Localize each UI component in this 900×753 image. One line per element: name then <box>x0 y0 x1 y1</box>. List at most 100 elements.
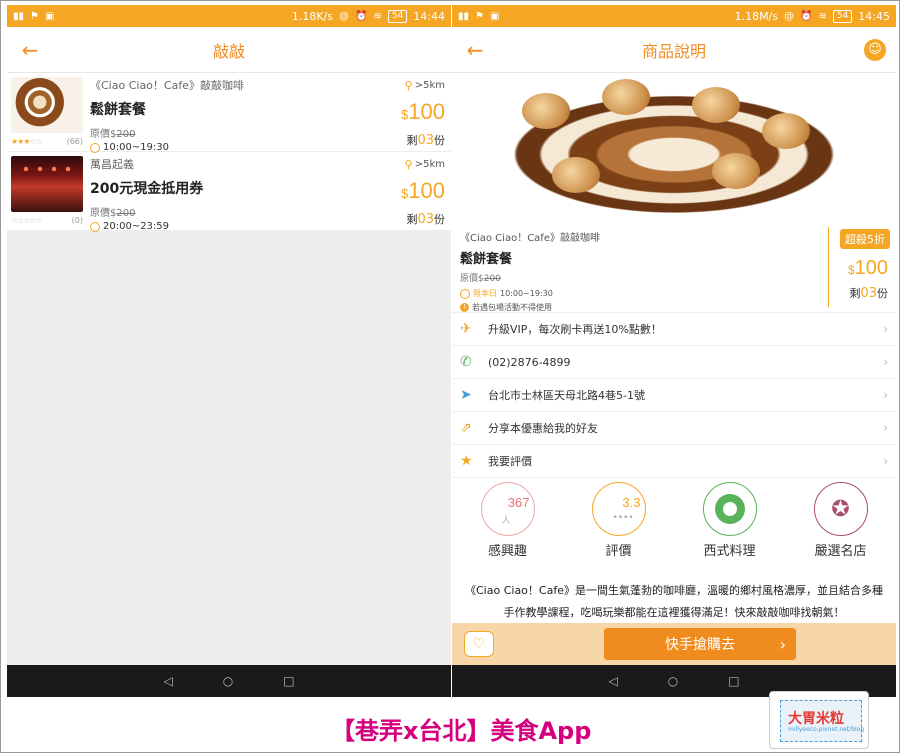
phone-right: ▮▮ ⚑ ▣ 1.18M/s @ ⏰ ≋ 54 14:45 ← 商品說明 ☺ 《… <box>452 5 896 697</box>
menu-rate[interactable]: ★ 我要評價 › <box>452 445 896 478</box>
back-arrow-icon[interactable]: ← <box>452 38 498 62</box>
waffle-piece <box>712 153 760 189</box>
badge-featured-shop[interactable]: ✪ 嚴選名店 <box>791 482 891 559</box>
flag-icon: ⚑ <box>475 10 484 22</box>
nav-back-icon[interactable]: ◁ <box>608 674 617 688</box>
waffle-piece <box>762 113 810 149</box>
distance: ⚲ >5km <box>404 79 445 92</box>
deal-price: $100 <box>401 178 445 203</box>
location-arrow-icon: ➤ <box>460 387 472 403</box>
screenshot-frame: ▮▮ ⚑ ▣ 1.18K/s @ ⏰ ≋ 54 14:44 ← 敲敲 ★★★☆☆… <box>0 0 900 753</box>
battery-indicator: 54 <box>387 9 408 23</box>
alarm-icon: ⏰ <box>355 10 368 22</box>
signal-icon: ▮▮ <box>458 10 470 22</box>
menu-vip-upgrade[interactable]: ✈ 升級VIP，每次刷卡再送10%點數！ › <box>452 313 896 346</box>
nav-home-icon[interactable]: ○ <box>223 674 233 688</box>
battery-indicator: 54 <box>832 9 853 23</box>
waffle-piece <box>602 79 650 115</box>
deal-thumbnail <box>11 156 83 212</box>
action-menu: ✈ 升級VIP，每次刷卡再送10%點數！ › ✆ (02)2876-4899 ›… <box>452 313 896 478</box>
clock-icon <box>460 288 470 299</box>
interested-count: 367 <box>507 495 530 510</box>
deal-hours: 20:00~23:59 <box>90 221 447 232</box>
clock-icon <box>90 142 100 153</box>
nav-back-icon[interactable]: ◁ <box>163 674 172 688</box>
award-icon: ✪ <box>831 496 850 522</box>
info-icon: ! <box>460 303 469 312</box>
plate-icon <box>714 494 745 524</box>
chevron-right-icon: › <box>883 322 888 336</box>
nav-recents-icon[interactable]: □ <box>283 674 294 688</box>
status-bar: ▮▮ ⚑ ▣ 1.18K/s @ ⏰ ≋ 54 14:44 <box>7 5 451 27</box>
nav-recents-icon[interactable]: □ <box>728 674 739 688</box>
waffle-piece <box>692 87 740 123</box>
chevron-right-icon: › <box>883 454 888 468</box>
discount-badge: 超殺5折 <box>840 229 890 249</box>
stats-badges: 367 人 感興趣 3.3 •••• 評價 西式料理 ✪ 嚴選名店 <box>452 478 896 574</box>
logo-brand: 大胃米粒 <box>788 711 844 727</box>
chevron-right-icon: › <box>883 421 888 435</box>
original-price: 原價$200 <box>90 129 136 140</box>
phone-icon: ✆ <box>460 354 472 370</box>
deal-list: ★★★☆☆ (66) 《Ciao Ciao！Cafe》敲敲咖啡 鬆餅套餐 原價$… <box>7 73 451 232</box>
mail-icon: @ <box>339 10 349 22</box>
chevron-right-icon: › <box>883 388 888 402</box>
status-bar: ▮▮ ⚑ ▣ 1.18M/s @ ⏰ ≋ 54 14:45 <box>452 5 896 27</box>
wifi-icon: ≋ <box>373 10 382 22</box>
rating-score: 3.3 <box>622 495 641 510</box>
page-title: 敲敲 <box>212 41 245 61</box>
menu-share[interactable]: ⇗ 分享本優惠給我的好友 › <box>452 412 896 445</box>
star-rating-icon: ☆☆☆☆☆ <box>11 216 43 225</box>
product-price: $100 <box>847 257 888 279</box>
waffle-piece <box>552 157 600 193</box>
caption-text: 【巷弄x台北】美食App <box>331 717 592 745</box>
nav-home-icon[interactable]: ○ <box>668 674 678 688</box>
deal-item[interactable]: ☆☆☆☆☆ (0) 萬昌起義 200元現金抵用券 原價$200 20:00~23… <box>7 152 451 232</box>
clock-time: 14:45 <box>858 9 890 23</box>
chevron-right-icon: › <box>883 355 888 369</box>
badge-rating[interactable]: 3.3 •••• 評價 <box>569 482 669 559</box>
location-pin-icon: ⚲ <box>404 158 413 171</box>
deal-price: $100 <box>401 99 445 124</box>
distance: ⚲ >5km <box>404 158 445 171</box>
clock-time: 14:44 <box>413 9 445 23</box>
product-summary: 《Ciao Ciao！Cafe》敲敲咖啡 鬆餅套餐 原價$200 限本日 10:… <box>452 221 896 313</box>
badge-western-cuisine[interactable]: 西式料理 <box>680 482 780 559</box>
image-icon: ▣ <box>44 10 55 22</box>
favorite-heart-icon[interactable]: ♡ <box>464 631 494 657</box>
deal-item[interactable]: ★★★☆☆ (66) 《Ciao Ciao！Cafe》敲敲咖啡 鬆餅套餐 原價$… <box>7 73 451 153</box>
original-price: 原價$200 <box>90 208 136 219</box>
menu-address[interactable]: ➤ 台北市士林區天母北路4巷5-1號 › <box>452 379 896 412</box>
system-nav-bar: ◁ ○ □ <box>7 665 451 697</box>
deal-name: 200元現金抵用券 <box>90 181 204 197</box>
menu-phone[interactable]: ✆ (02)2876-4899 › <box>452 346 896 379</box>
blog-logo: 大胃米粒 millyeeco.pixnet.net/blog <box>769 691 869 749</box>
logo-url: millyeeco.pixnet.net/blog <box>788 726 865 733</box>
shop-name: 《Ciao Ciao！Cafe》敲敲咖啡 <box>90 79 244 92</box>
flag-icon: ⚑ <box>30 10 39 22</box>
buy-button[interactable]: 快手搶購去 › <box>604 628 796 660</box>
star-icon: ★ <box>460 453 473 469</box>
back-arrow-icon[interactable]: ← <box>7 38 53 62</box>
clock-icon <box>90 221 100 232</box>
price-box: 超殺5折 $100 剩03份 <box>828 227 890 307</box>
network-speed: 1.18M/s <box>734 9 778 23</box>
star-rating-icon: ★★★☆☆ <box>11 137 43 146</box>
mail-icon: @ <box>784 10 794 22</box>
remaining-count: 剩03份 <box>849 286 888 301</box>
remaining-count: 剩03份 <box>406 133 445 148</box>
phone-left: ▮▮ ⚑ ▣ 1.18K/s @ ⏰ ≋ 54 14:44 ← 敲敲 ★★★☆☆… <box>7 5 451 697</box>
chevron-right-icon: › <box>779 634 786 654</box>
app-bar: ← 敲敲 <box>7 27 451 73</box>
upgrade-icon: ✈ <box>460 321 472 337</box>
remaining-count: 剩03份 <box>406 212 445 227</box>
product-hero-image <box>452 73 896 221</box>
purchase-bar: ♡ 快手搶購去 › <box>452 623 896 665</box>
image-icon: ▣ <box>489 10 500 22</box>
badge-interested[interactable]: 367 人 感興趣 <box>458 482 558 559</box>
deal-name: 鬆餅套餐 <box>90 102 146 118</box>
caption-area: 【巷弄x台北】美食App <box>1 701 899 751</box>
profile-avatar-icon[interactable]: ☺ <box>864 39 886 61</box>
availability: 限本日 10:00~19:30 <box>460 288 888 299</box>
alarm-icon: ⏰ <box>800 10 813 22</box>
